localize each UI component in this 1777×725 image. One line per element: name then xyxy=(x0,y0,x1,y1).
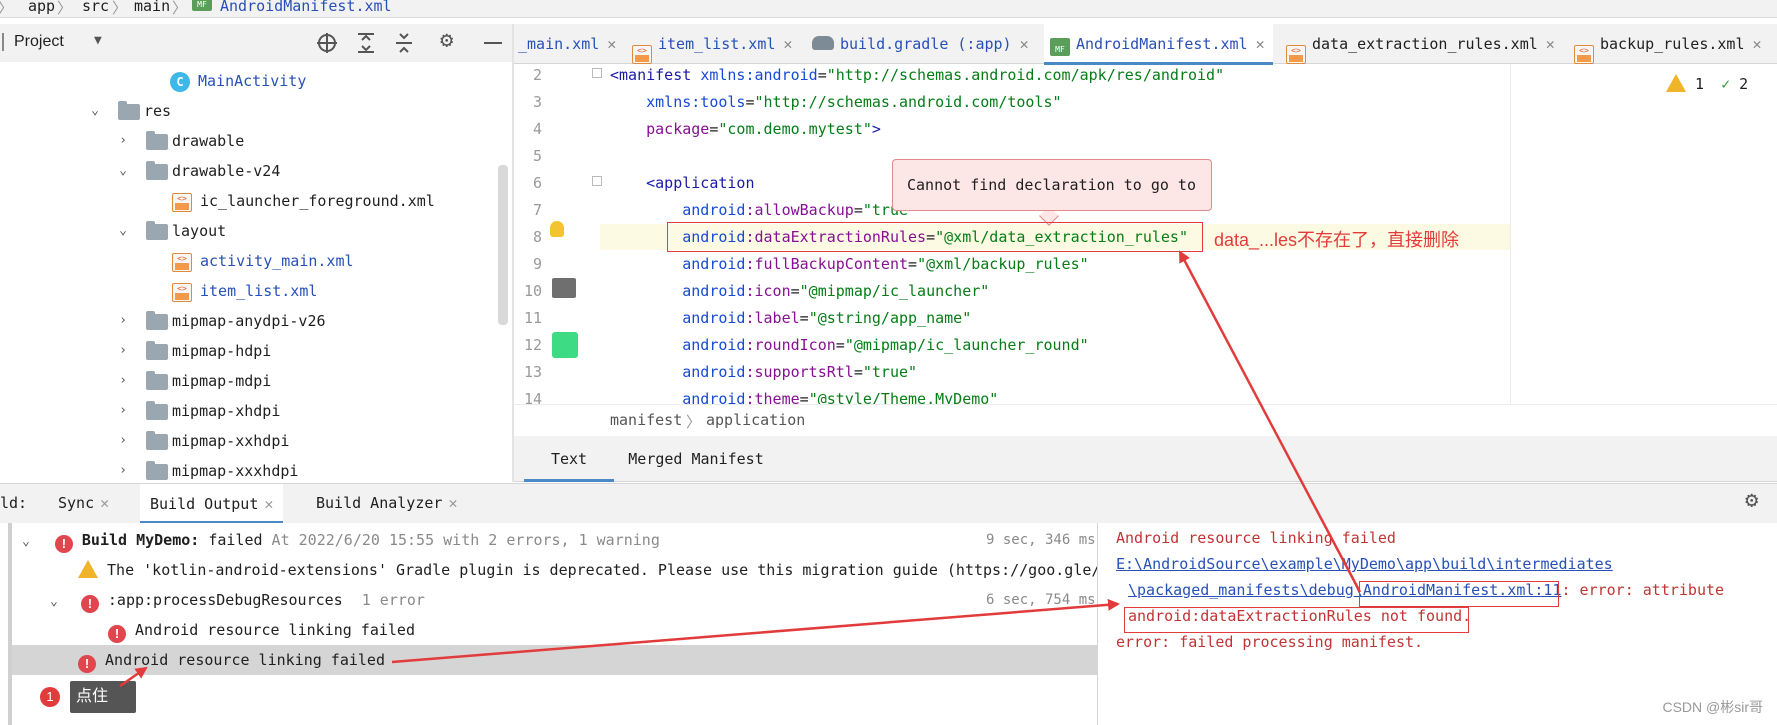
arrow-to-code xyxy=(1178,250,1362,593)
annotation-arrows xyxy=(119,250,1362,688)
arrow-to-row xyxy=(119,666,148,688)
arrow-to-detail xyxy=(391,598,1120,664)
